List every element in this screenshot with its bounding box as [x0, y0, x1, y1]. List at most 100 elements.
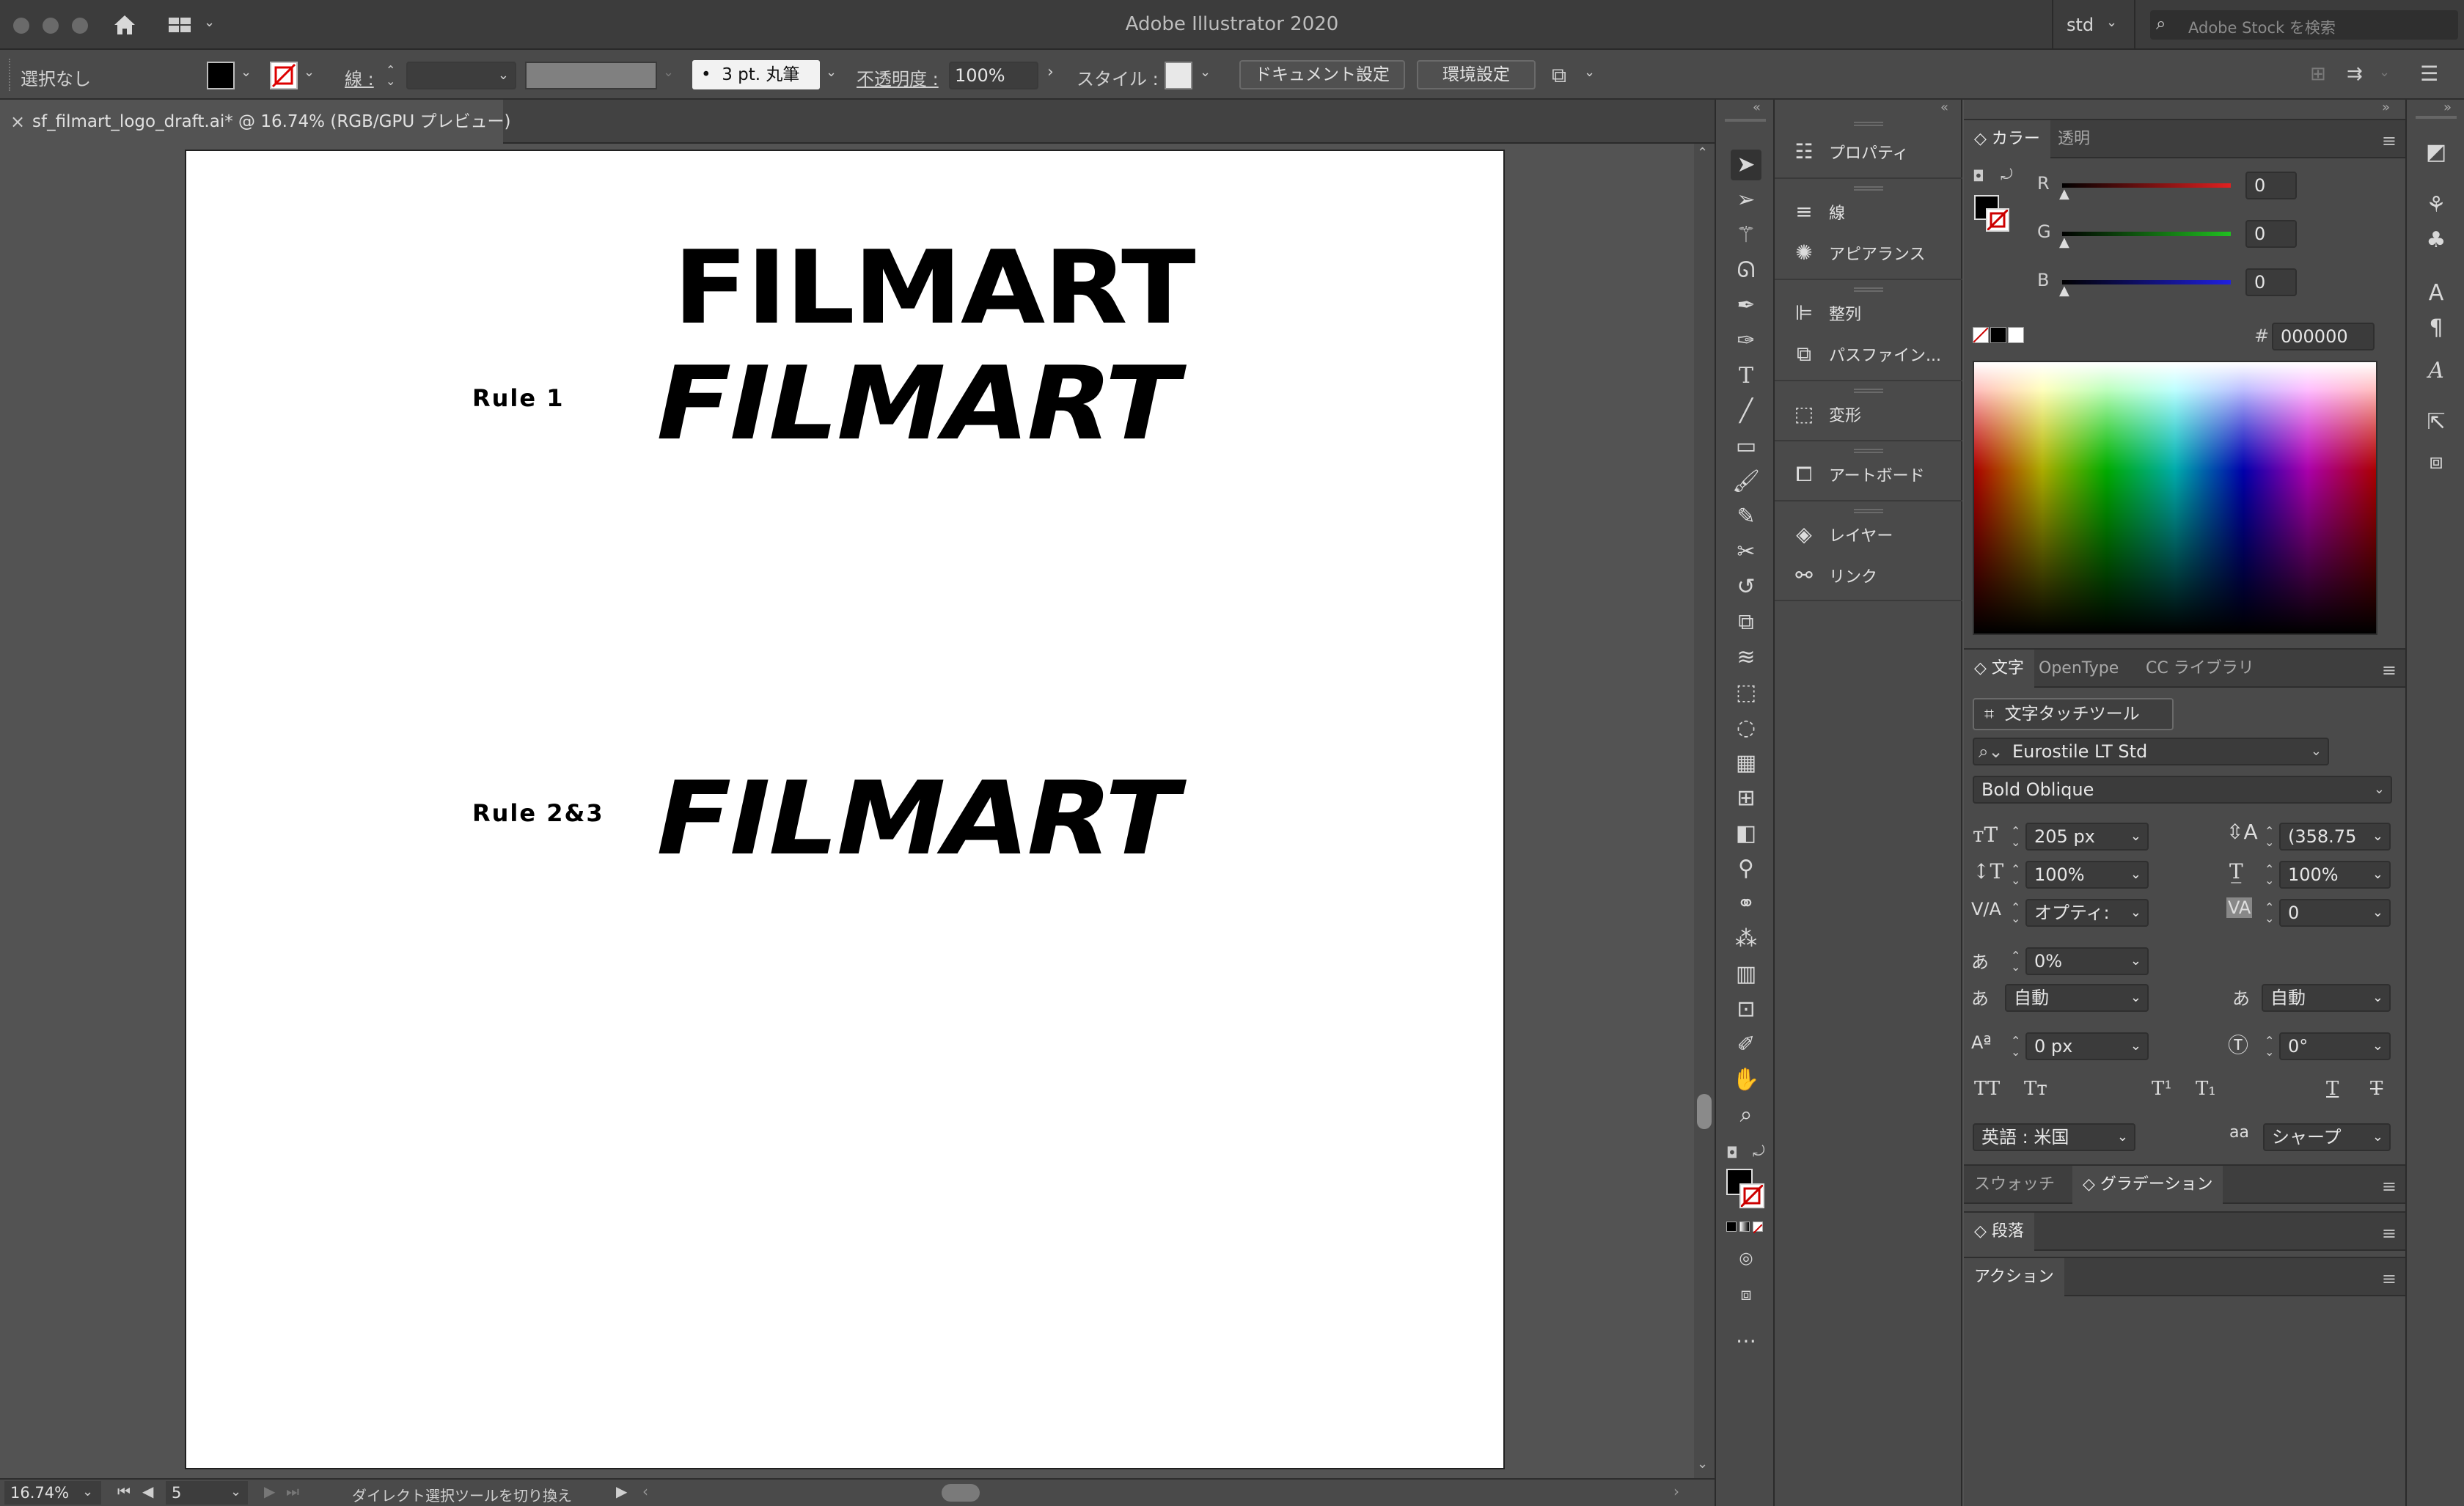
mesh-tool-icon[interactable]: ⊞ — [1731, 783, 1761, 814]
dock-item-appearance[interactable]: ✺ アピアランス — [1789, 233, 1962, 273]
scale-tool-icon[interactable]: ⧉ — [1731, 607, 1761, 638]
chevron-down-icon[interactable]: ⌄ — [2379, 65, 2390, 80]
antialias-dropdown[interactable]: シャープ ⌄ — [2263, 1123, 2391, 1151]
canvas-area[interactable]: FILMART Rule 1 FILMART Rule 2&3 FILMART — [0, 144, 1694, 1478]
swap-colors-icon[interactable]: ⤾ — [1753, 1142, 1765, 1160]
image-trace-icon[interactable]: ◩ — [2421, 138, 2451, 167]
logo-rule23[interactable]: FILMART — [644, 760, 1190, 878]
dock-item-properties[interactable]: ☷ プロパティ — [1789, 132, 1962, 172]
slider-handle-icon[interactable]: ▲ — [2059, 283, 2069, 298]
hand-tool-icon[interactable]: ✋ — [1731, 1065, 1761, 1095]
control-menu-icon[interactable]: ☰ — [2420, 62, 2438, 86]
chevron-down-icon[interactable]: ⌄ — [1584, 65, 1595, 80]
kerning-field[interactable]: オプティ: ⌄ — [2025, 899, 2149, 927]
edit-toolbar-icon[interactable]: ⋯ — [1731, 1326, 1761, 1356]
first-artboard-icon[interactable]: ⏮ — [117, 1483, 131, 1500]
baseline-shift-field[interactable]: 0 px ⌄ — [2025, 1032, 2149, 1060]
last-artboard-icon[interactable]: ⏭ — [286, 1483, 299, 1500]
curvature-tool-icon[interactable]: ✑ — [1731, 326, 1761, 356]
gradient-mode-icon[interactable] — [1739, 1222, 1750, 1232]
dock-item-transform[interactable]: ⬚ 変形 — [1789, 394, 1962, 434]
stroke-weight-dropdown[interactable]: ⌄ — [406, 62, 516, 89]
align-icon[interactable]: ⊞ — [2310, 63, 2326, 85]
grip-handle[interactable] — [1725, 119, 1766, 122]
small-caps-icon[interactable]: Tт — [2024, 1078, 2047, 1100]
tab-actions[interactable]: アクション — [1964, 1258, 2064, 1296]
asset-export-icon[interactable]: ⧈ — [2421, 447, 2451, 477]
dock-item-links[interactable]: ⚯ リンク — [1789, 556, 1962, 595]
rule23-label[interactable]: Rule 2&3 — [472, 799, 604, 827]
scroll-up-icon[interactable]: ⌃ — [1697, 145, 1708, 161]
hex-value-field[interactable]: 000000 — [2272, 323, 2375, 350]
preferences-button[interactable]: 環境設定 — [1417, 60, 1536, 89]
collapse-icon[interactable]: » — [2443, 100, 2452, 115]
panel-menu-icon[interactable]: ≡ — [2382, 1176, 2397, 1197]
tab-opentype[interactable]: OpenType — [2028, 650, 2129, 688]
opacity-label[interactable]: 不透明度 : — [857, 65, 939, 90]
dock-item-align[interactable]: ⊫ 整列 — [1789, 293, 1962, 333]
scroll-down-icon[interactable]: ⌄ — [1697, 1456, 1708, 1472]
stroke-swatch[interactable] — [270, 62, 298, 89]
tracking-stepper[interactable]: ⌃ ⌄ — [2265, 902, 2274, 925]
tab-color[interactable]: ◇ カラー — [1964, 120, 2050, 158]
tab-gradient[interactable]: ◇ グラデーション — [2072, 1166, 2223, 1204]
pen-tool-icon[interactable]: ✒ — [1731, 290, 1761, 321]
brush-definition-dropdown[interactable]: • 3 pt. 丸筆 — [692, 60, 820, 89]
next-artboard-icon[interactable]: ▶ — [264, 1483, 275, 1500]
status-menu-icon[interactable]: ▶ — [616, 1483, 627, 1500]
select-similar-icon[interactable]: ⧉ — [1552, 63, 1566, 88]
brushes-icon[interactable]: ⚘ — [2421, 191, 2451, 220]
underline-icon[interactable]: T — [2326, 1078, 2339, 1100]
rectangle-tool-icon[interactable]: ▭ — [1731, 431, 1761, 462]
chevron-down-icon[interactable]: ⌄ — [663, 65, 674, 80]
grip-handle[interactable] — [1854, 287, 1883, 292]
eyedropper-tool-icon[interactable]: ⚲ — [1731, 853, 1761, 884]
grip-handle[interactable] — [9, 59, 12, 91]
default-colors-icon[interactable]: ◘ — [1973, 167, 1984, 185]
language-dropdown[interactable]: 英語 : 米国 ⌄ — [1973, 1123, 2135, 1151]
character-styles-icon[interactable]: A — [2421, 279, 2451, 308]
lasso-tool-icon[interactable]: ᘏ — [1731, 255, 1761, 286]
font-size-field[interactable]: 205 px ⌄ — [2025, 823, 2149, 851]
workspace-switcher[interactable]: std — [2067, 15, 2094, 35]
grip-handle[interactable] — [1854, 389, 1883, 393]
dock-item-artboards[interactable]: ⧠ アートボード — [1789, 455, 1962, 494]
export-icon[interactable]: ⇱ — [2421, 408, 2451, 437]
collapse-icon[interactable]: « — [1940, 100, 1948, 115]
panel-menu-icon[interactable]: ≡ — [2382, 1223, 2397, 1244]
chevron-down-icon[interactable]: ⌄ — [1200, 65, 1211, 80]
strikethrough-icon[interactable]: T — [2370, 1078, 2383, 1100]
warp-tool-icon[interactable]: ≋ — [1731, 642, 1761, 673]
rotate-tool-icon[interactable]: ↺ — [1731, 572, 1761, 603]
grip-handle[interactable] — [1854, 509, 1883, 513]
tsume-field[interactable]: 0% ⌄ — [2025, 947, 2149, 975]
variable-width-profile[interactable] — [525, 62, 657, 89]
stroke-label[interactable]: 線 : — [345, 65, 374, 90]
chevron-down-icon[interactable]: ⌄ — [304, 65, 315, 80]
stroke-weight-stepper[interactable]: ⌃ ⌄ — [386, 65, 395, 87]
grip-handle[interactable] — [1854, 122, 1883, 126]
tab-cc-libraries[interactable]: CC ライブラリ — [2135, 650, 2265, 688]
selection-tool-icon[interactable]: ➤ — [1731, 150, 1761, 180]
color-spectrum-picker[interactable] — [1973, 361, 2377, 635]
stock-search-input[interactable]: ⌕ Adobe Stock を検索 — [2150, 10, 2458, 40]
horizontal-scroll-thumb[interactable] — [942, 1484, 980, 1502]
color-mode-icon[interactable] — [1726, 1222, 1737, 1232]
paintbrush-tool-icon[interactable]: 🖌 — [1731, 466, 1761, 497]
close-tab-icon[interactable]: × — [10, 100, 25, 144]
chevron-down-icon[interactable]: ⌄ — [2106, 15, 2117, 30]
grip-handle[interactable] — [1854, 449, 1883, 453]
collapse-icon[interactable]: « — [1753, 100, 1761, 115]
symbol-sprayer-tool-icon[interactable]: ⁂ — [1731, 924, 1761, 955]
leading-stepper[interactable]: ⌃ ⌄ — [2265, 826, 2274, 848]
document-tab[interactable]: × sf_filmart_logo_draft.ai* @ 16.74% (RG… — [0, 100, 510, 144]
free-transform-tool-icon[interactable]: ⬚ — [1731, 677, 1761, 708]
magic-wand-tool-icon[interactable]: ⚚ — [1731, 220, 1761, 251]
shaper-tool-icon[interactable]: ✎ — [1731, 502, 1761, 532]
stroke-color-swatch[interactable] — [1986, 208, 2009, 232]
tsume-stepper[interactable]: ⌃ ⌄ — [2011, 950, 2020, 973]
grip-handle[interactable] — [1854, 186, 1883, 191]
zoom-tool-icon[interactable]: ⌕ — [1731, 1100, 1761, 1131]
vertical-scrollbar[interactable]: ⌃ ⌄ — [1694, 144, 1715, 1478]
horizontal-scale-field[interactable]: 100% ⌄ — [2279, 861, 2391, 889]
